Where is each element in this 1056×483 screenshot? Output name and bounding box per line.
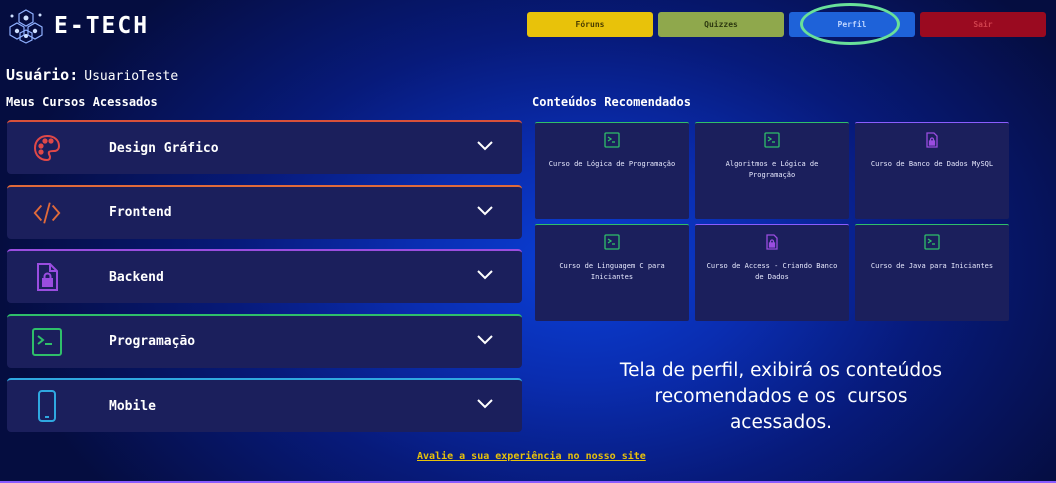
profile-button[interactable]: Perfil [789, 12, 915, 37]
user-info: Usuário: UsuarioTeste [6, 66, 178, 84]
course-label: Design Gráfico [109, 140, 219, 156]
courses-section-title: Meus Cursos Acessados [6, 95, 158, 109]
recommended-card[interactable]: Curso de Access - Criando Banco de Dados [695, 224, 849, 321]
chevron-down-icon[interactable] [476, 333, 494, 347]
course-label: Mobile [109, 398, 156, 414]
recommended-card-label: Curso de Linguagem C para Iniciantes [559, 262, 665, 281]
terminal-icon [764, 132, 780, 148]
recommended-card[interactable]: Curso de Linguagem C para Iniciantes [535, 224, 689, 321]
logout-button[interactable]: Sair [920, 12, 1046, 37]
course-item-backend[interactable]: Backend [7, 249, 522, 303]
terminal-icon [604, 132, 620, 148]
course-item-mobile[interactable]: Mobile [7, 378, 522, 432]
course-item-programacao[interactable]: Programação [7, 313, 522, 368]
code-icon [32, 198, 62, 228]
logo-text: E-TECH [54, 13, 150, 39]
recommended-card-label: Curso de Banco de Dados MySQL [870, 160, 994, 168]
chevron-down-icon[interactable] [476, 204, 494, 218]
top-nav: Fóruns Quizzes Perfil Sair [527, 12, 1046, 37]
logo[interactable]: E-TECH [6, 6, 149, 46]
palette-icon [32, 133, 62, 163]
forums-button[interactable]: Fóruns [527, 12, 653, 37]
recommended-grid: Curso de Lógica de Programação Algoritmo… [535, 122, 1009, 321]
recommended-section-title: Conteúdos Recomendados [532, 95, 691, 109]
courses-list: Design Gráfico Frontend Backend Programa… [7, 120, 522, 443]
terminal-icon [604, 234, 620, 250]
recommended-card-label: Curso de Lógica de Programação [548, 160, 676, 168]
chevron-down-icon[interactable] [476, 268, 494, 282]
recommended-card[interactable]: Algoritmos e Lógica de Programação [695, 122, 849, 219]
lock-file-icon [32, 262, 62, 292]
quizzes-button[interactable]: Quizzes [658, 12, 784, 37]
terminal-icon [924, 234, 940, 250]
lock-file-icon [766, 234, 778, 250]
chevron-down-icon[interactable] [476, 139, 494, 153]
course-label: Programação [109, 334, 196, 349]
user-label: Usuário: [6, 66, 79, 84]
screen-caption: Tela de perfil, exibirá os conteúdos rec… [600, 358, 962, 436]
caption-line: Tela de perfil, exibirá os conteúdos [619, 360, 943, 381]
user-name: UsuarioTeste [84, 69, 179, 84]
smartphone-icon [32, 390, 62, 422]
feedback-link[interactable]: Avalie a sua experiência no nosso site [417, 451, 646, 462]
recommended-card[interactable]: Curso de Banco de Dados MySQL [855, 122, 1009, 219]
recommended-card-label: Algoritmos e Lógica de Programação [725, 160, 819, 179]
course-label: Frontend [109, 205, 172, 220]
chevron-down-icon[interactable] [476, 397, 494, 411]
hexagon-network-icon [9, 9, 43, 44]
recommended-card-label: Curso de Access - Criando Banco de Dados [706, 262, 838, 281]
terminal-icon [32, 327, 62, 357]
recommended-card[interactable]: Curso de Java para Iniciantes [855, 224, 1009, 321]
caption-line: recomendados e os cursos [654, 386, 908, 407]
course-item-frontend[interactable]: Frontend [7, 184, 522, 239]
caption-line: acessados. [729, 412, 833, 433]
recommended-card[interactable]: Curso de Lógica de Programação [535, 122, 689, 219]
recommended-card-label: Curso de Java para Iniciantes [870, 262, 994, 270]
course-label: Backend [109, 269, 164, 285]
lock-file-icon [926, 132, 938, 148]
course-item-design[interactable]: Design Gráfico [7, 120, 522, 174]
